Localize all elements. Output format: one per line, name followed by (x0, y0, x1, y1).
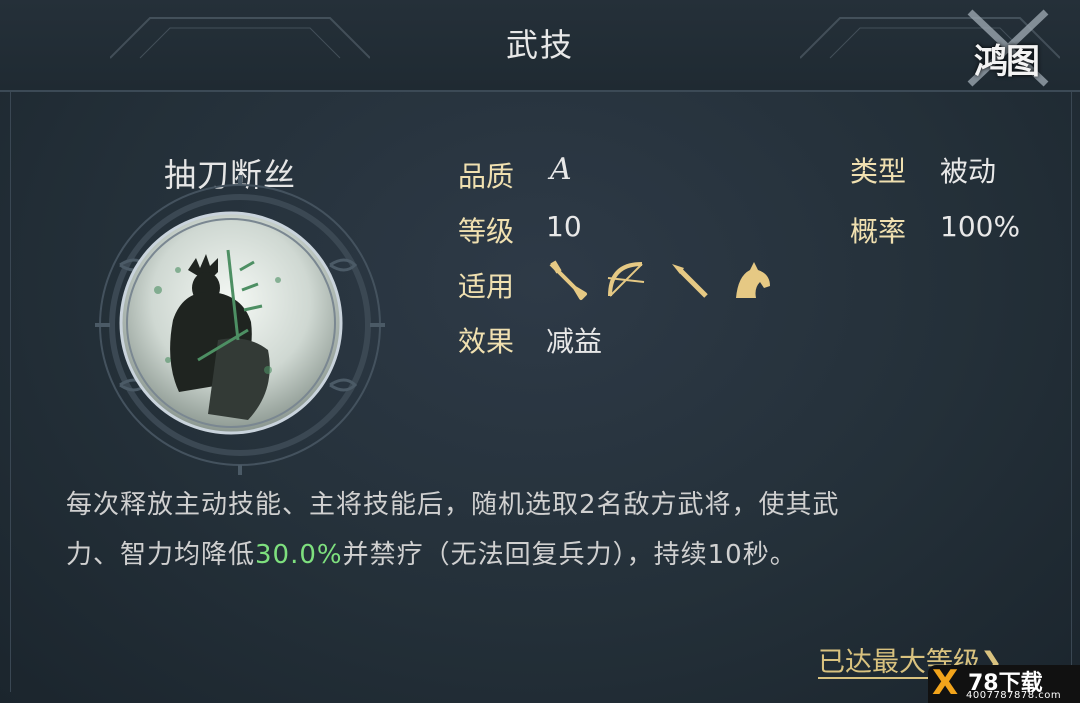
description-highlight: 30.0% (255, 540, 343, 570)
page-title: 武技 (505, 26, 574, 64)
description-text-1: 每次释放主动技能、主将技能后，随机选取2名敌方武将，使其武 (66, 490, 840, 520)
type-label: 类型 (850, 155, 907, 188)
type-value: 被动 (940, 155, 997, 188)
watermark-phone: 4007787878.com (966, 690, 1062, 701)
horse-icon (736, 262, 770, 298)
watermark-badge: X 78下载 4007787878.com (928, 663, 1080, 703)
level-value: 10 (546, 210, 582, 243)
effect-label: 效果 (458, 325, 515, 358)
game-logo: 鸿图 (950, 8, 1062, 88)
header-bar: 武技 (0, 0, 1080, 92)
probability-value: 100% (940, 210, 1021, 243)
bow-icon (607, 262, 645, 297)
skill-portrait (119, 211, 343, 435)
skill-description: 每次释放主动技能、主将技能后，随机选取2名敌方武将，使其武 力、智力均降低30.… (66, 480, 1006, 580)
level-label: 等级 (458, 215, 515, 248)
spear-icon (672, 264, 708, 298)
applicable-label: 适用 (458, 270, 515, 303)
quality-label: 品质 (458, 160, 515, 193)
description-text-3: 并禁疗（无法回复兵力），持续10秒。 (342, 540, 797, 570)
logo-text: 鸿图 (974, 42, 1040, 82)
watermark-x-logo: X (932, 663, 959, 703)
effect-value: 减益 (546, 325, 603, 358)
probability-label: 概率 (850, 215, 907, 248)
quality-value: A (550, 152, 572, 187)
sword-icon (549, 260, 587, 300)
description-text-2: 力、智力均降低 (66, 540, 256, 570)
